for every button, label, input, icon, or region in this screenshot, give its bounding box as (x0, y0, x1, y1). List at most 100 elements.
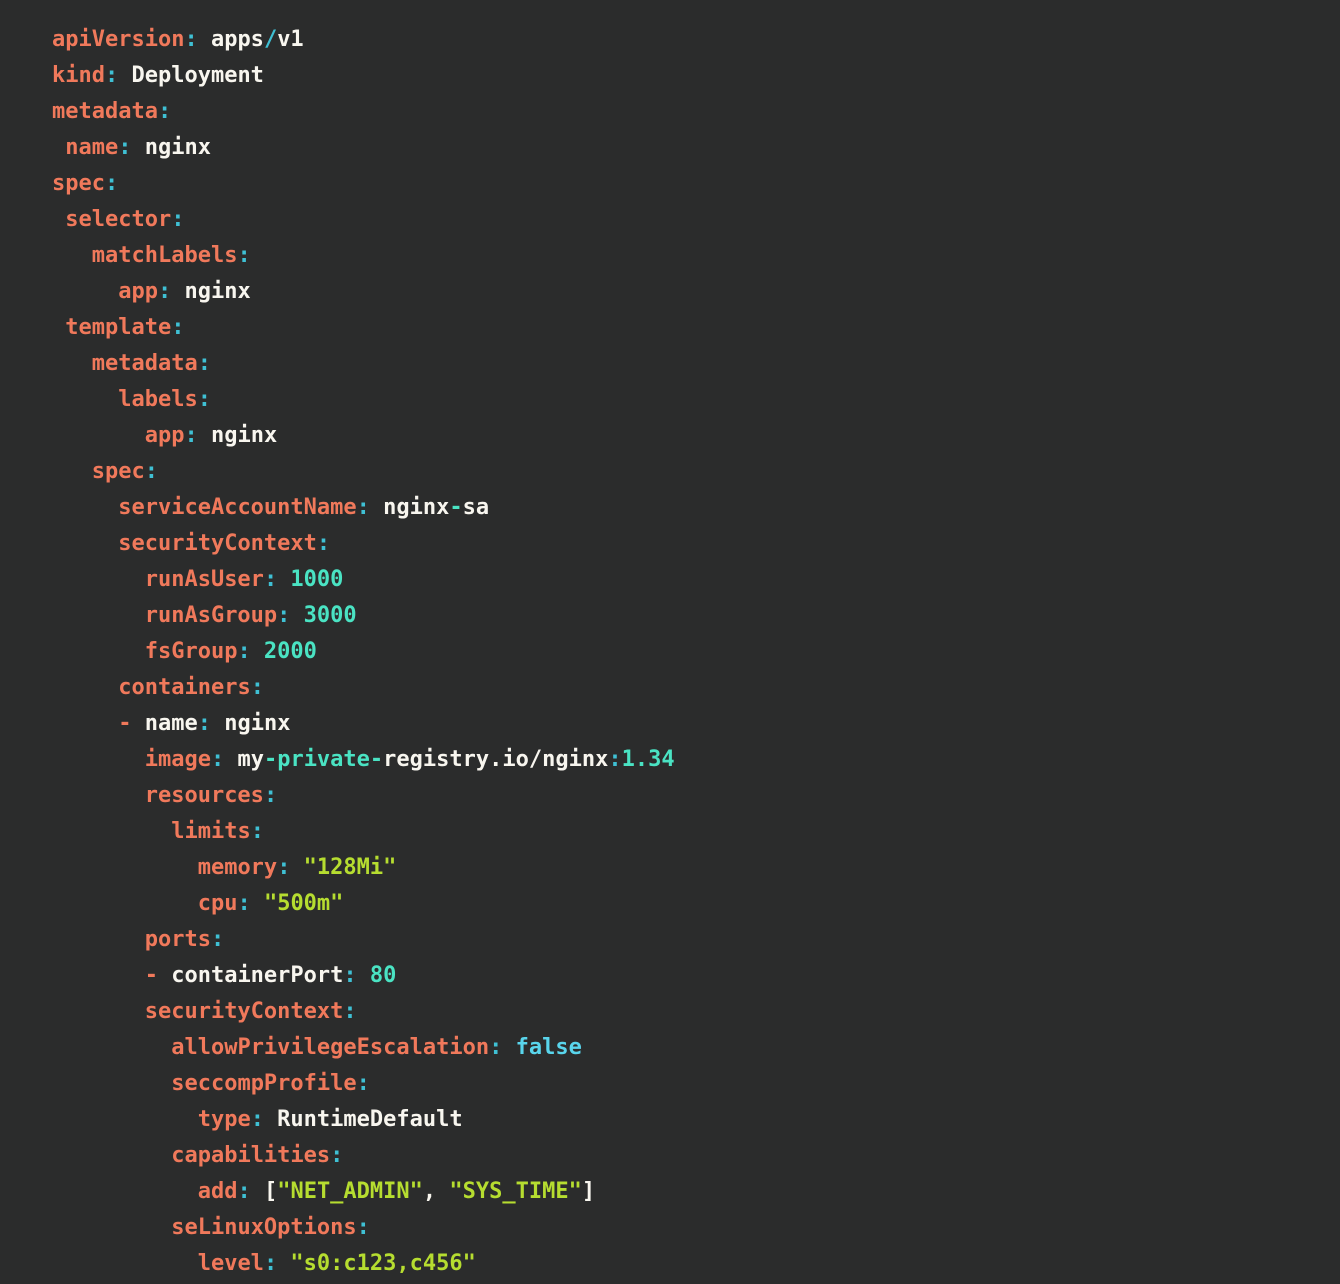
code-line: capabilities: (52, 1138, 1340, 1174)
code-line: spec: (52, 454, 1340, 490)
token-key: securityContext (145, 999, 344, 1024)
token-num: 3000 (290, 603, 356, 628)
token-punct: : (198, 711, 211, 736)
code-line: seLinuxOptions: (52, 1210, 1340, 1246)
token-text: ] (582, 1179, 595, 1204)
indent-whitespace (52, 423, 145, 448)
token-punct: : (357, 1071, 370, 1096)
code-line: runAsGroup: 3000 (52, 598, 1340, 634)
indent-whitespace (52, 567, 145, 592)
code-line: selector: (52, 202, 1340, 238)
token-punct: : (343, 999, 356, 1024)
indent-whitespace (52, 711, 118, 736)
token-text: nginx (198, 423, 277, 448)
token-punct: : (184, 423, 197, 448)
code-line: securityContext: (52, 994, 1340, 1030)
indent-whitespace (52, 819, 171, 844)
code-line: - name: nginx (52, 706, 1340, 742)
token-punct: : (608, 747, 621, 772)
indent-whitespace (52, 747, 145, 772)
code-line: metadata: (52, 94, 1340, 130)
code-line: spec: (52, 166, 1340, 202)
code-line: ports: (52, 922, 1340, 958)
code-line: containers: (52, 670, 1340, 706)
token-key: ports (145, 927, 211, 952)
code-line: serviceAccountName: nginx-sa (52, 490, 1340, 526)
code-line: resources: (52, 778, 1340, 814)
indent-whitespace (52, 1071, 171, 1096)
token-key: runAsGroup (145, 603, 277, 628)
token-key: securityContext (118, 531, 317, 556)
token-dash: - (145, 963, 158, 988)
token-punct: : (237, 891, 250, 916)
token-num: 1.34 (622, 747, 675, 772)
indent-whitespace (52, 1215, 171, 1240)
token-text: registry.io/nginx (383, 747, 608, 772)
token-text: [ (251, 1179, 278, 1204)
token-num: 2000 (251, 639, 317, 664)
token-str: "SYS_TIME" (449, 1179, 581, 1204)
token-key: app (118, 279, 158, 304)
token-key: spec (52, 171, 105, 196)
token-punct: : (211, 927, 224, 952)
token-key: metadata (52, 99, 158, 124)
token-punct: : (277, 855, 290, 880)
code-line: image: my-private-registry.io/nginx:1.34 (52, 742, 1340, 778)
token-punct: : (171, 315, 184, 340)
token-key: capabilities (171, 1143, 330, 1168)
token-text: my (224, 747, 264, 772)
token-punct: : (251, 1107, 264, 1132)
code-line: matchLabels: (52, 238, 1340, 274)
indent-whitespace (52, 603, 145, 628)
token-text: nginx (171, 279, 250, 304)
token-key: spec (92, 459, 145, 484)
token-key: runAsUser (145, 567, 264, 592)
indent-whitespace (52, 963, 145, 988)
token-punct: : (264, 567, 277, 592)
token-key: labels (118, 387, 197, 412)
code-line: - containerPort: 80 (52, 958, 1340, 994)
code-line: level: "s0:c123,c456" (52, 1246, 1340, 1282)
token-key: apiVersion (52, 27, 184, 52)
token-str: "128Mi" (290, 855, 396, 880)
indent-whitespace (52, 855, 198, 880)
token-punct: : (317, 531, 330, 556)
code-line: template: (52, 310, 1340, 346)
token-punct: : (211, 747, 224, 772)
token-key: template (65, 315, 171, 340)
code-line: securityContext: (52, 526, 1340, 562)
indent-whitespace (52, 387, 118, 412)
indent-whitespace (52, 1179, 198, 1204)
token-dash: - (118, 711, 131, 736)
token-punct: : (105, 171, 118, 196)
indent-whitespace (52, 1107, 198, 1132)
token-str: "s0:c123,c456" (277, 1251, 476, 1276)
token-punct: : (184, 27, 197, 52)
token-key: app (145, 423, 185, 448)
indent-whitespace (52, 675, 118, 700)
token-text: nginx (211, 711, 290, 736)
token-punct: : (171, 207, 184, 232)
token-key: selector (65, 207, 171, 232)
token-punct: : (198, 351, 211, 376)
token-text: containerPort (158, 963, 343, 988)
token-punct: / (264, 27, 277, 52)
code-line: app: nginx (52, 274, 1340, 310)
code-line: memory: "128Mi" (52, 850, 1340, 886)
token-punct: : (264, 783, 277, 808)
yaml-code-view: apiVersion: apps/v1kind: Deploymentmetad… (0, 0, 1340, 1282)
token-str: "NET_ADMIN" (277, 1179, 423, 1204)
token-text: apps (198, 27, 264, 52)
token-punct: : (158, 279, 171, 304)
token-key: add (198, 1179, 238, 1204)
token-text: , (423, 1179, 450, 1204)
indent-whitespace (52, 279, 118, 304)
token-num: - (449, 495, 462, 520)
token-num: 80 (357, 963, 397, 988)
token-key: type (198, 1107, 251, 1132)
token-num: 1000 (277, 567, 343, 592)
token-punct: : (277, 603, 290, 628)
token-bool: false (502, 1035, 581, 1060)
indent-whitespace (52, 243, 92, 268)
code-line: seccompProfile: (52, 1066, 1340, 1102)
